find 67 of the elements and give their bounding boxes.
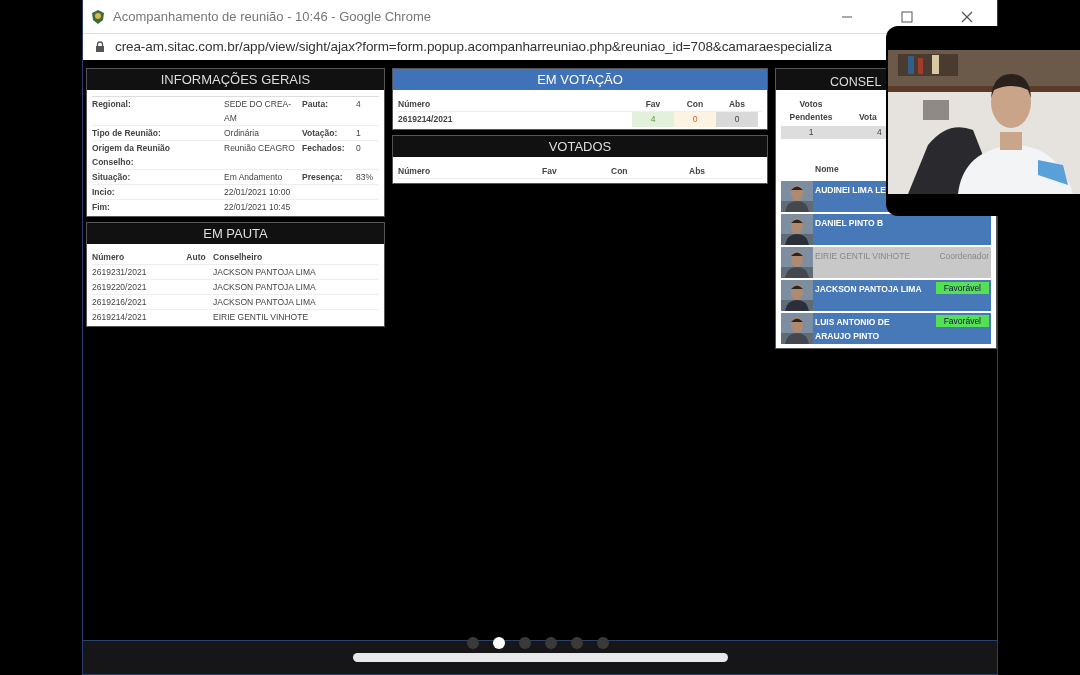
table-cell-text: 2619214/2021 (92, 311, 148, 324)
panel-title: EM VOTAÇÃO (393, 69, 767, 90)
field-label: Regional: (92, 98, 131, 111)
panel-title: CONSEL (830, 75, 882, 89)
field-label: Situação: (92, 171, 131, 184)
field-value: Ordinária (224, 127, 260, 140)
field-label: Fechados: (302, 142, 346, 155)
column-header: Número (398, 165, 432, 178)
column-header: Número (92, 251, 126, 264)
table-cell-text: 4 (876, 126, 882, 139)
column-header: Abs (727, 98, 747, 111)
field-label: Pauta: (302, 98, 329, 111)
table-cell-text: 2619216/2021 (92, 296, 148, 309)
table-cell: 0 (674, 112, 716, 127)
vote-badge: Favorável (935, 315, 989, 327)
close-icon[interactable] (961, 10, 973, 23)
column-header: Vota (858, 111, 877, 124)
member-name: DANIEL PINTO B (814, 217, 885, 230)
scroll-handle[interactable] (353, 653, 728, 662)
role-text: Coordenador (939, 250, 990, 263)
field-label: Votação: (302, 127, 339, 140)
field-value: 22/01/2021 10:00 (224, 186, 292, 199)
table-cell-text: JACKSON PANTOJA LIMA (213, 281, 316, 294)
member-name: JACKSON PANTOJA LIMA (814, 283, 923, 296)
field-value: 83% (356, 171, 373, 184)
vote-badge: Favorável (935, 282, 989, 294)
column-header: Nome (815, 164, 839, 174)
column-header: Con (685, 98, 705, 111)
panel-title: INFORMAÇÕES GERAIS (87, 69, 384, 90)
table-cell-text: 2619214/2021 (398, 113, 454, 126)
field-value: SEDE DO CREA-AM (224, 98, 293, 125)
panel-title: EM PAUTA (87, 223, 384, 244)
column-header: Auto (185, 251, 207, 264)
table-cell-text: 2619231/2021 (92, 266, 148, 279)
table-cell-text: 1 (807, 126, 815, 139)
column-header: Abs (689, 165, 706, 178)
field-label: Presença: (302, 171, 344, 184)
table-cell: 0 (716, 112, 758, 127)
table-cell-text: EIRIE GENTIL VINHOTE (213, 311, 309, 324)
column-header: Fav (542, 165, 558, 178)
field-label: Fim: (92, 201, 110, 214)
table-cell-text: JACKSON PANTOJA LIMA (213, 296, 316, 309)
member-name: AUDINEI LIMA LE (814, 184, 887, 197)
field-value: Em Andamento (224, 171, 284, 184)
field-label: Tipo de Reunião: (92, 127, 161, 140)
crest-icon (91, 8, 105, 25)
table-cell: 4 (632, 112, 674, 127)
maximize-icon[interactable] (901, 10, 913, 23)
field-label: Origem da Reunião Conselho: (92, 142, 171, 169)
member-name: EIRIE GENTIL VINHOTE (814, 250, 912, 263)
table-cell-text: 2619220/2021 (92, 281, 148, 294)
window-title: Acompanhamento de reunião - 10:46 - Google Chrome (113, 7, 431, 26)
column-header: Con (611, 165, 629, 178)
member-name: LUIS ANTONIO DE ARAUJO PINTO (814, 316, 891, 343)
field-value: 1 (356, 127, 361, 140)
field-value: 0 (356, 142, 361, 155)
field-label: Incio: (92, 186, 115, 199)
lock-icon (95, 41, 105, 53)
table-cell-text: JACKSON PANTOJA LIMA (213, 266, 316, 279)
field-value: 22/01/2021 10:45 (224, 201, 292, 214)
column-header: Conselheiro (213, 251, 263, 264)
column-header: Votos Pendentes (788, 98, 834, 124)
field-value: 4 (356, 98, 361, 111)
column-header: Fav (644, 98, 662, 111)
panel-title: VOTADOS (393, 136, 767, 157)
column-header: Número (398, 98, 432, 111)
field-value: Reunião CEAGRO (224, 142, 296, 155)
